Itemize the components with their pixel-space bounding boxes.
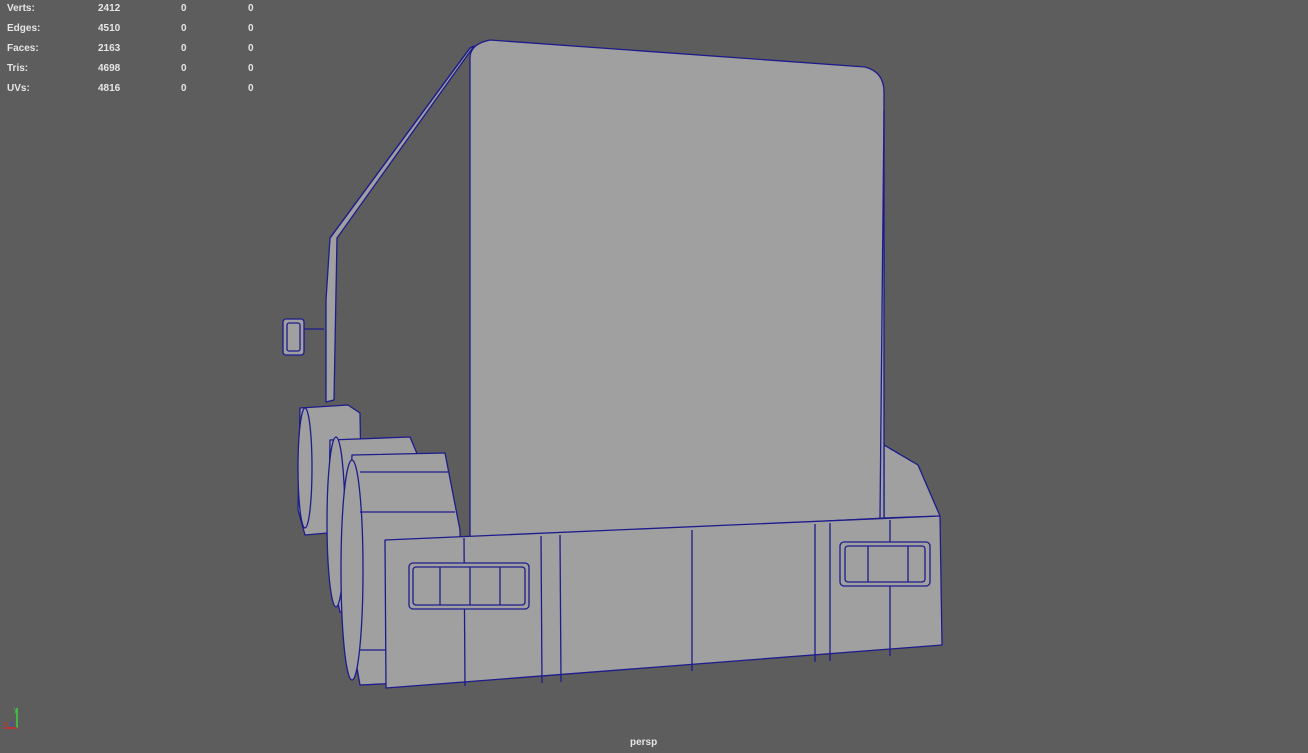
truck-mesh[interactable]: [282, 39, 943, 689]
hud-row-verts: Verts: 2412 0 0: [7, 3, 254, 14]
trailer-back-panel: [469, 39, 885, 541]
hud-row-uvs: UVs: 4816 0 0: [7, 83, 254, 94]
view-axis-icon: y x z: [4, 707, 18, 729]
trailer-side: [325, 45, 475, 403]
hud-row-tris: Tris: 4698 0 0: [7, 63, 254, 74]
hud-row-edges: Edges: 4510 0 0: [7, 23, 254, 34]
axis-x-label: x: [4, 721, 8, 728]
camera-label: persp: [630, 737, 658, 748]
hud-row-faces: Faces: 2163 0 0: [7, 43, 254, 54]
side-panel-right: [883, 444, 941, 519]
poly-count-hud: Verts: 2412 0 0 Edges: 4510 0 0 Faces: 2163 0 0 T…: [7, 2, 254, 102]
axis-z-label: z: [10, 721, 14, 728]
3d-viewport[interactable]: [0, 0, 1308, 753]
axis-y-label: y: [14, 707, 18, 714]
